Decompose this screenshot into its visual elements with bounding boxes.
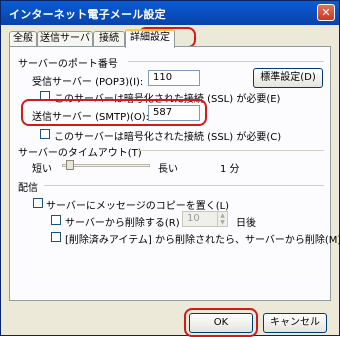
outgoing-ssl-checkbox[interactable] xyxy=(40,129,50,139)
timeout-separator xyxy=(138,150,324,151)
spin-down-icon: ▼ xyxy=(220,219,225,226)
dialog-title: インターネット電子メール設定 xyxy=(9,8,166,21)
days-label: 日後 xyxy=(236,218,256,229)
leave-copy-label: サーバーにメッセージのコピーを置く(L) xyxy=(46,201,230,212)
advanced-panel: サーバーのポート番号 受信サーバー (POP3)(I): 110 標準設定(D)… xyxy=(9,46,340,301)
remove-after-checkbox[interactable] xyxy=(51,215,61,225)
restore-defaults-button[interactable]: 標準設定(D) xyxy=(253,68,323,88)
remove-deleted-checkbox[interactable] xyxy=(51,232,61,242)
timeout-slider-track xyxy=(62,164,150,167)
close-button[interactable]: ✕ xyxy=(317,4,335,21)
tab-outgoing-server[interactable]: 送信サーバー xyxy=(37,31,93,58)
timeout-slider-thumb[interactable] xyxy=(66,160,74,170)
delivery-heading: 配信 xyxy=(18,183,38,194)
remove-after-days-input[interactable]: 10 xyxy=(182,211,218,227)
tab-label: 接続 xyxy=(99,33,119,44)
days-spinner[interactable]: ▲ ▼ xyxy=(217,211,228,227)
tab-label: 詳細設定 xyxy=(130,32,170,43)
remove-after-label: サーバーから削除する(R) xyxy=(65,218,180,229)
tab-connection[interactable]: 接続 xyxy=(93,31,125,47)
tab-general[interactable]: 全般 xyxy=(9,31,37,47)
outgoing-ssl-label: このサーバーは暗号化された接続 (SSL) が必要(C) xyxy=(54,132,282,143)
outgoing-port-highlight-ring xyxy=(21,99,207,126)
incoming-port-input[interactable]: 110 xyxy=(148,70,200,86)
timeout-value: 1 分 xyxy=(220,164,240,175)
remove-deleted-label: [削除済みアイテム] から削除されたら、サーバーから削除(M) xyxy=(65,235,340,246)
delivery-separator xyxy=(44,185,324,186)
close-icon: ✕ xyxy=(321,6,331,19)
cancel-button[interactable]: キャンセル xyxy=(263,313,327,333)
tab-label: 全般 xyxy=(13,33,33,44)
spin-up-icon: ▲ xyxy=(220,212,225,219)
tab-advanced[interactable]: 詳細設定 xyxy=(125,29,175,48)
incoming-port-label: 受信サーバー (POP3)(I): xyxy=(32,77,144,88)
settings-dialog: インターネット電子メール設定 ✕ 全般 送信サーバー 接続 詳細設定 サーバーの… xyxy=(0,0,340,337)
ports-heading: サーバーのポート番号 xyxy=(18,59,118,70)
title-bar: インターネット電子メール設定 ✕ xyxy=(1,1,339,25)
leave-copy-checkbox[interactable] xyxy=(33,198,43,208)
timeout-heading: サーバーのタイムアウト(T) xyxy=(18,148,142,159)
timeout-short-label: 短い xyxy=(32,164,52,175)
ok-highlight-ring xyxy=(184,308,258,337)
ports-separator xyxy=(128,61,324,62)
timeout-long-label: 長い xyxy=(158,164,178,175)
